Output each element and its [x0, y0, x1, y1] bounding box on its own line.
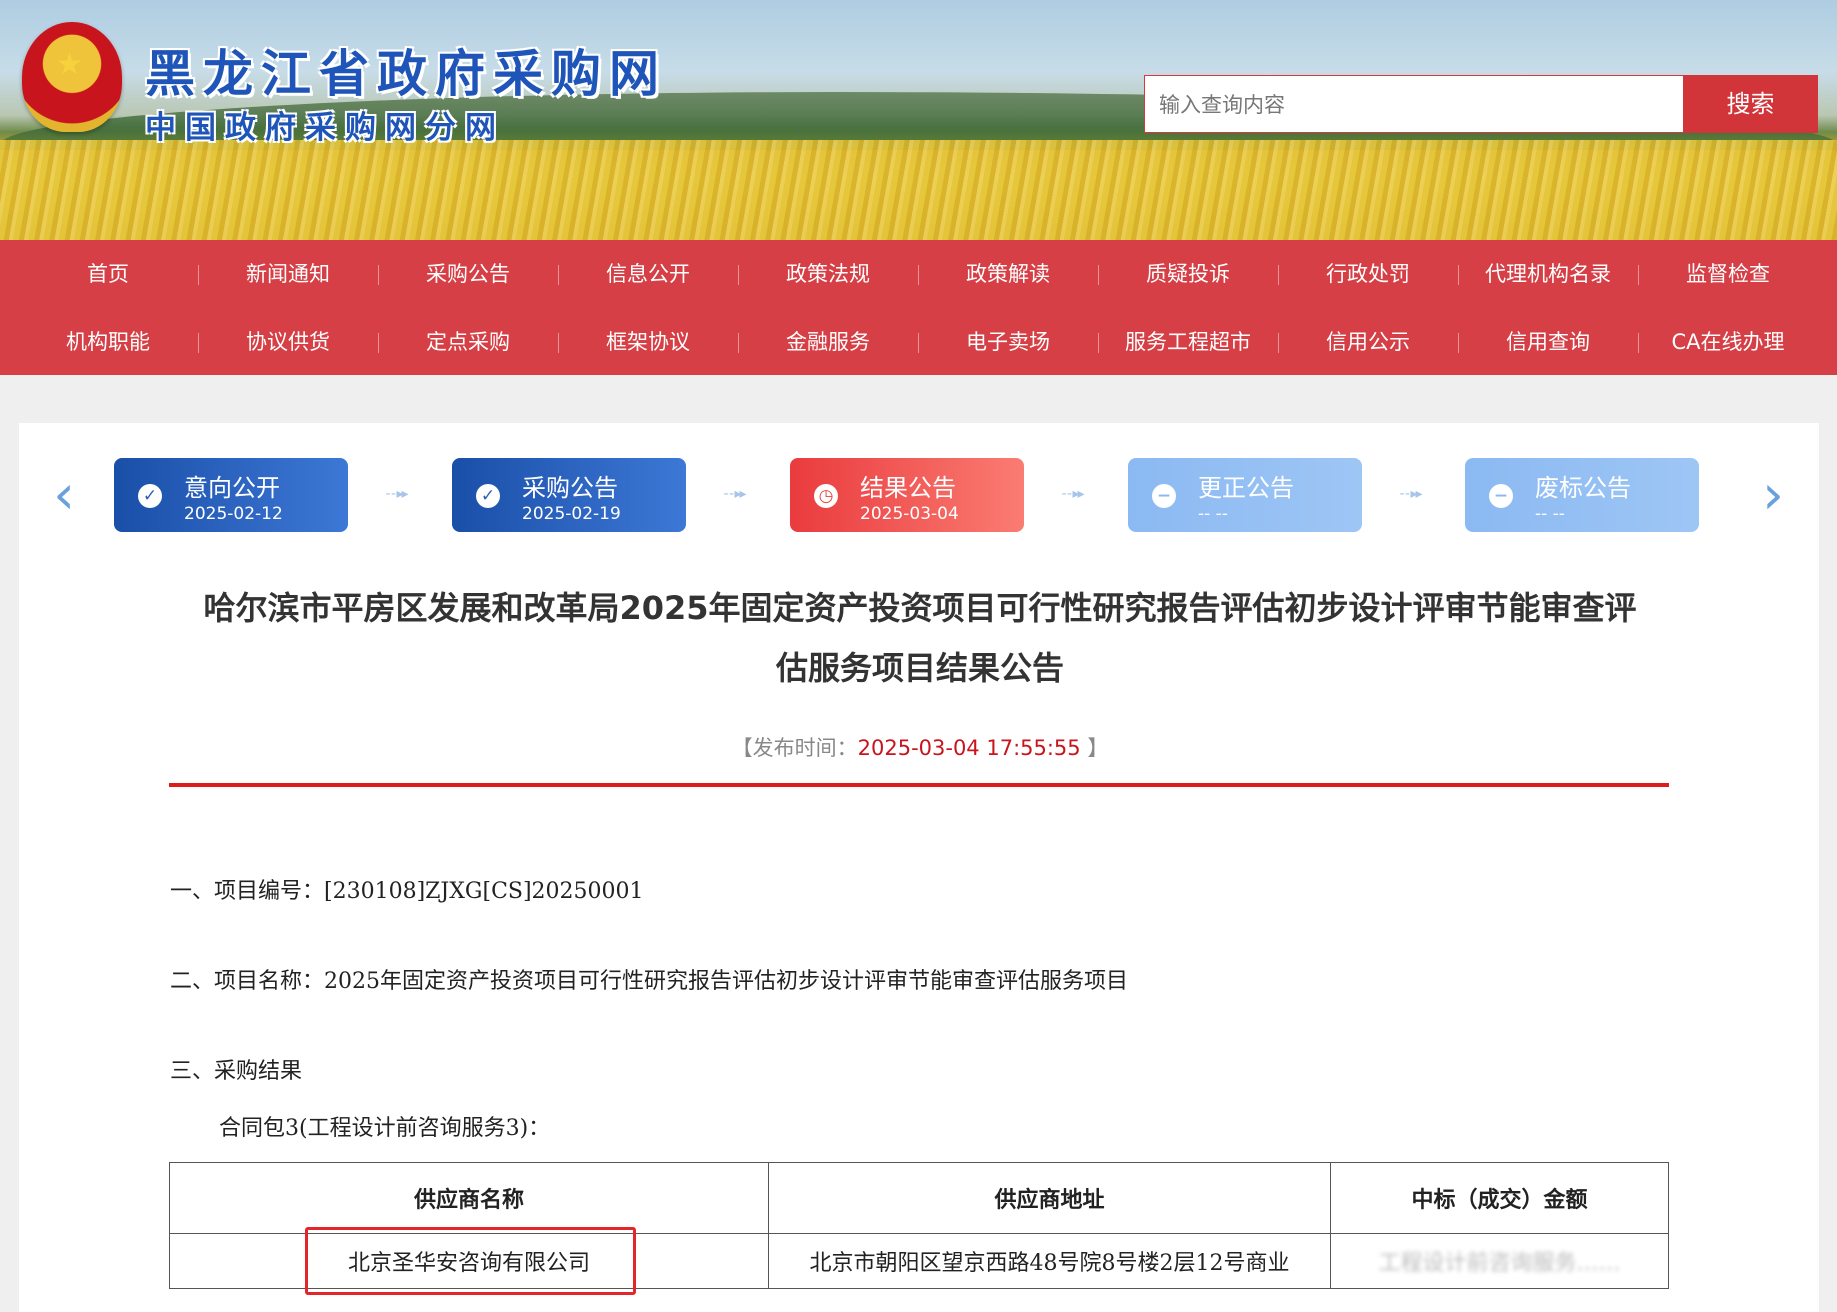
page-title-line-2: 估服务项目结果公告: [775, 649, 1064, 687]
chevron-right-icon[interactable]: ›: [1758, 468, 1788, 522]
step-correction[interactable]: − 更正公告 -- --: [1128, 458, 1362, 532]
step-label: 意向公开: [184, 474, 280, 502]
nav-row-1: 首页 新闻通知 采购公告 信息公开 政策法规 政策解读 质疑投诉 行政处罚 代理…: [0, 244, 1837, 304]
minus-icon: −: [1152, 484, 1176, 508]
nav-item-service-supermarket[interactable]: 服务工程超市: [1098, 312, 1278, 372]
nav-row-2: 机构职能 协议供货 定点采购 框架协议 金融服务 电子卖场 服务工程超市 信用公…: [0, 312, 1837, 372]
nav-item-financial-services[interactable]: 金融服务: [738, 312, 918, 372]
nav-item-policy[interactable]: 政策法规: [738, 244, 918, 304]
header-banner: ★ 黑龙江省政府采购网 中国政府采购网分网 输入查询内容 搜索: [0, 0, 1837, 240]
publish-suffix: 】: [1080, 736, 1109, 760]
search-button[interactable]: 搜索: [1683, 75, 1818, 133]
national-emblem-icon: ★: [22, 22, 122, 132]
main-nav: 首页 新闻通知 采购公告 信息公开 政策法规 政策解读 质疑投诉 行政处罚 代理…: [0, 240, 1837, 375]
step-date: -- --: [1198, 504, 1228, 524]
nav-item-info-disclosure[interactable]: 信息公开: [558, 244, 738, 304]
project-number: 一、项目编号：[230108]ZJXG[CS]20250001: [170, 879, 644, 904]
nav-item-complaints[interactable]: 质疑投诉: [1098, 244, 1278, 304]
publish-time: 2025-03-04 17:55:55: [857, 736, 1081, 760]
nav-item-credit-disclosure[interactable]: 信用公示: [1278, 312, 1458, 372]
title-divider: [169, 783, 1669, 787]
step-date: -- --: [1535, 504, 1565, 524]
step-cancellation[interactable]: − 废标公告 -- --: [1465, 458, 1699, 532]
step-date: 2025-03-04: [860, 504, 959, 524]
nav-item-credit-query[interactable]: 信用查询: [1458, 312, 1638, 372]
nav-item-designated-procurement[interactable]: 定点采购: [378, 312, 558, 372]
project-name: 二、项目名称：2025年固定资产投资项目可行性研究报告评估初步设计评审节能审查评…: [170, 969, 1128, 994]
site-title[interactable]: 黑龙江省政府采购网: [145, 34, 667, 106]
double-chevron-icon: - - ▸▸: [723, 486, 746, 502]
step-date: 2025-02-19: [522, 504, 621, 524]
publish-info: 【发布时间：2025-03-04 17:55:55 】: [170, 732, 1670, 762]
nav-item-e-mall[interactable]: 电子卖场: [918, 312, 1098, 372]
step-result[interactable]: ◷ 结果公告 2025-03-04: [790, 458, 1024, 532]
nav-item-procurement-notice[interactable]: 采购公告: [378, 244, 558, 304]
table-header-row: 供应商名称 供应商地址 中标（成交）金额: [169, 1162, 1669, 1234]
nav-item-home[interactable]: 首页: [18, 244, 198, 304]
table-header-supplier-address: 供应商地址: [768, 1162, 1331, 1234]
nav-item-news[interactable]: 新闻通知: [198, 244, 378, 304]
contract-package: 合同包3(工程设计前咨询服务3)：: [219, 1116, 551, 1141]
step-label: 采购公告: [522, 474, 618, 502]
chevron-left-icon[interactable]: ‹: [49, 468, 79, 522]
step-label: 废标公告: [1535, 474, 1631, 502]
step-label: 更正公告: [1198, 474, 1294, 502]
site-subtitle: 中国政府采购网分网: [145, 110, 505, 146]
nav-item-agency-directory[interactable]: 代理机构名录: [1458, 244, 1638, 304]
table-cell-supplier-address: 北京市朝阳区望京西路48号院8号楼2层12号商业: [768, 1233, 1331, 1289]
table-header-amount: 中标（成交）金额: [1330, 1162, 1669, 1234]
double-chevron-icon: - - ▸▸: [1399, 486, 1422, 502]
step-date: 2025-02-12: [184, 504, 283, 524]
nav-item-supervision[interactable]: 监督检查: [1638, 244, 1818, 304]
double-chevron-icon: - - ▸▸: [1061, 486, 1084, 502]
step-intention[interactable]: ✓ 意向公开 2025-02-12: [114, 458, 348, 532]
highlight-annotation: [305, 1227, 636, 1295]
search-input[interactable]: 输入查询内容: [1144, 75, 1684, 133]
page-title-line-1: 哈尔滨市平房区发展和改革局2025年固定资产投资项目可行性研究报告评估初步设计评…: [203, 589, 1637, 627]
double-chevron-icon: - - ▸▸: [385, 486, 408, 502]
nav-item-penalty[interactable]: 行政处罚: [1278, 244, 1458, 304]
minus-icon: −: [1489, 484, 1513, 508]
nav-item-policy-interpretation[interactable]: 政策解读: [918, 244, 1098, 304]
step-procurement[interactable]: ✓ 采购公告 2025-02-19: [452, 458, 686, 532]
nav-item-functions[interactable]: 机构职能: [18, 312, 198, 372]
nav-item-framework-agreement[interactable]: 框架协议: [558, 312, 738, 372]
section-heading-result: 三、采购结果: [170, 1059, 303, 1084]
table-header-supplier-name: 供应商名称: [169, 1162, 769, 1234]
step-label: 结果公告: [860, 474, 956, 502]
clock-icon: ◷: [814, 484, 838, 508]
check-icon: ✓: [476, 484, 500, 508]
table-cell-amount: 工程设计前咨询服务……: [1330, 1233, 1669, 1289]
check-icon: ✓: [138, 484, 162, 508]
banner-wheat-field: [0, 140, 1837, 240]
page-title: 哈尔滨市平房区发展和改革局2025年固定资产投资项目可行性研究报告评估初步设计评…: [170, 578, 1670, 698]
publish-prefix: 【发布时间：: [731, 736, 858, 760]
nav-item-ca-online[interactable]: CA在线办理: [1638, 312, 1818, 372]
nav-item-agreement-supply[interactable]: 协议供货: [198, 312, 378, 372]
star-icon: ★: [56, 47, 83, 82]
